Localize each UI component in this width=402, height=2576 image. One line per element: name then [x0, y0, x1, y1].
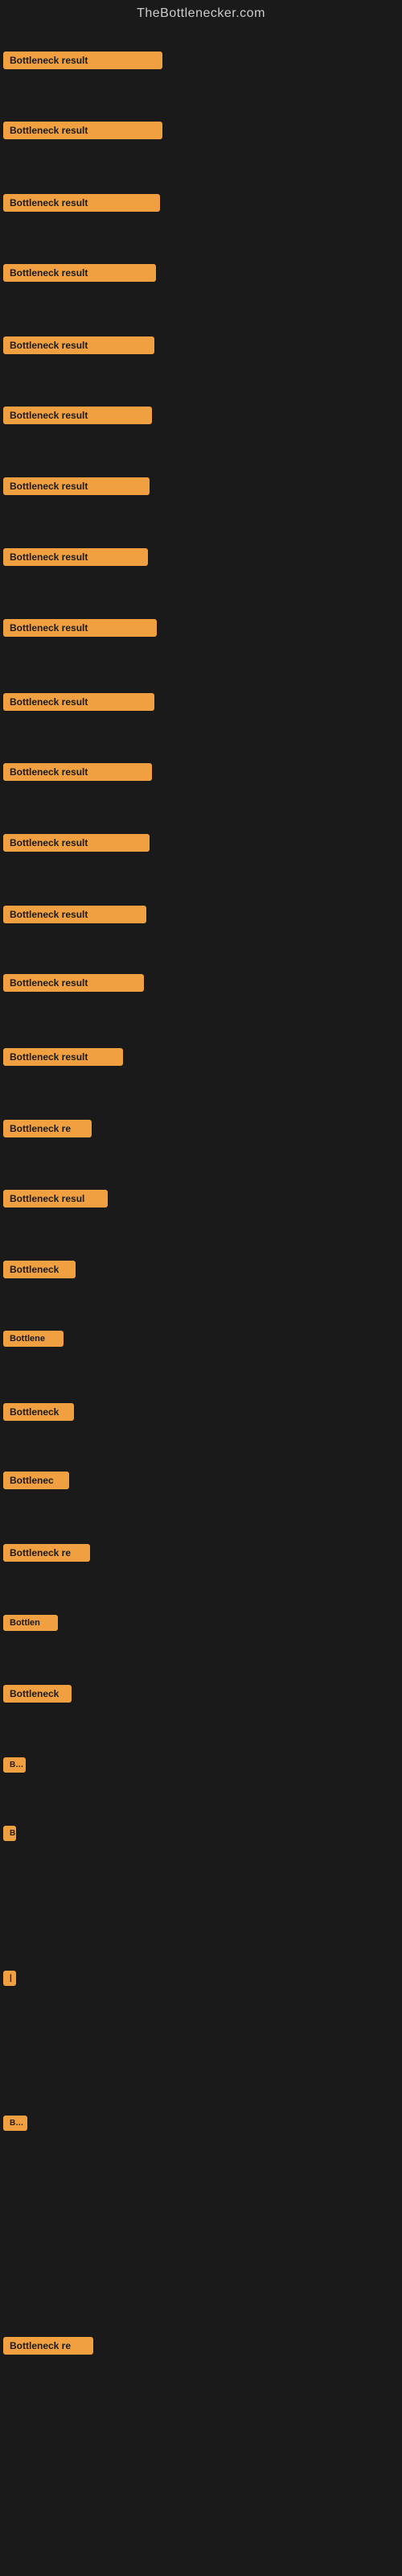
bottleneck-result-label: Bottlenec	[3, 1472, 69, 1489]
bottleneck-result-label: Bottleneck	[3, 1403, 74, 1421]
bottleneck-result-label: Bo	[3, 1757, 26, 1773]
bottleneck-result-label: Bottleneck result	[3, 477, 150, 495]
bottleneck-result-label: Bottleneck result	[3, 122, 162, 139]
bottleneck-result-label: Bottleneck result	[3, 548, 148, 566]
bottleneck-result-label: Bottleneck result	[3, 906, 146, 923]
bottleneck-result-label: Bottleneck re	[3, 2337, 93, 2355]
bottleneck-result-label: Bottleneck result	[3, 693, 154, 711]
bottleneck-result-label: Bottlen	[3, 1615, 58, 1631]
bottleneck-result-label: Bottleneck	[3, 1261, 76, 1278]
bottleneck-result-label: Bottleneck	[3, 1685, 72, 1703]
bottleneck-result-label: Bottleneck result	[3, 974, 144, 992]
bottleneck-result-label: Bottleneck result	[3, 264, 156, 282]
bottleneck-result-label: Bottleneck result	[3, 407, 152, 424]
bottleneck-result-label: B	[3, 1826, 16, 1841]
site-title-bar: TheBottlenecker.com	[0, 0, 402, 31]
bottleneck-result-label: |	[3, 1971, 16, 1986]
bottleneck-result-label: Bottleneck result	[3, 834, 150, 852]
bottleneck-result-label: Bottleneck result	[3, 1048, 123, 1066]
results-container: Bottleneck result Bottleneck result Bottle…	[0, 31, 402, 2566]
bottleneck-result-label: Bottleneck result	[3, 194, 160, 212]
bottleneck-result-label: Bot	[3, 2116, 27, 2131]
bottleneck-result-label: Bottleneck result	[3, 763, 152, 781]
bottleneck-result-label: Bottleneck result	[3, 52, 162, 69]
bottleneck-result-label: Bottlene	[3, 1331, 64, 1347]
bottleneck-result-label: Bottleneck re	[3, 1120, 92, 1137]
bottleneck-result-label: Bottleneck result	[3, 619, 157, 637]
site-title: TheBottlenecker.com	[0, 0, 402, 31]
bottleneck-result-label: Bottleneck result	[3, 336, 154, 354]
bottleneck-result-label: Bottleneck re	[3, 1544, 90, 1562]
bottleneck-result-label: Bottleneck resul	[3, 1190, 108, 1208]
